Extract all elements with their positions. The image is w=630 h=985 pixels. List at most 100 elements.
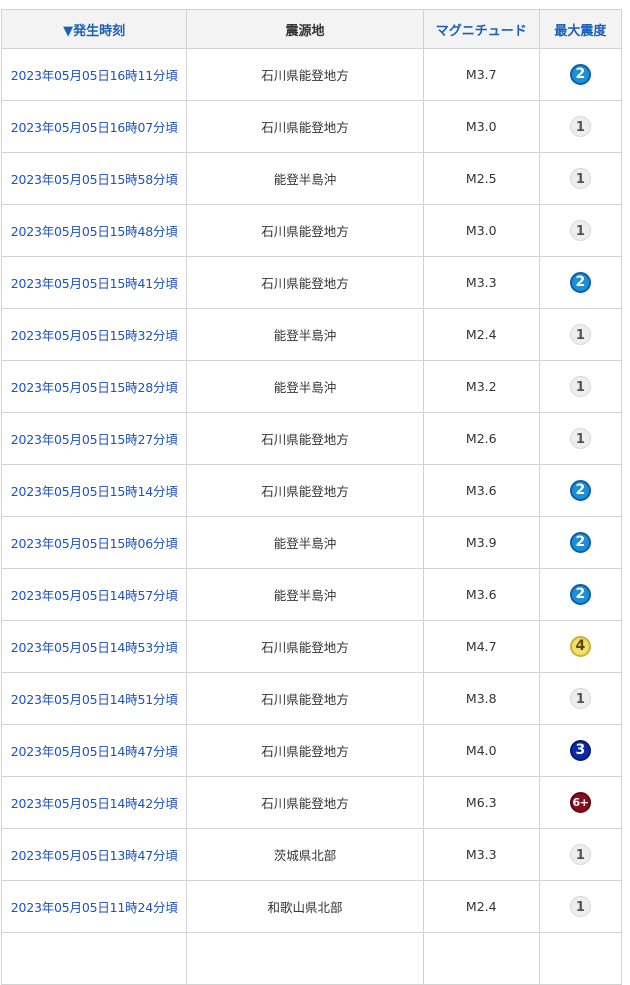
time-link[interactable]: 2023年05月05日15時28分頃 bbox=[11, 380, 178, 395]
magnitude-cell: M3.9 bbox=[422, 516, 540, 569]
epicenter-cell: 石川県能登地方 bbox=[186, 776, 424, 829]
time-cell: 2023年05月05日14時47分頃 bbox=[0, 724, 188, 777]
magnitude-cell bbox=[422, 932, 540, 985]
intensity-badge-icon: 1 bbox=[569, 220, 591, 241]
intensity-cell: 1 bbox=[538, 672, 623, 725]
time-link[interactable]: 2023年05月05日15時32分頃 bbox=[11, 328, 178, 343]
epicenter-cell: 茨城県北部 bbox=[186, 828, 424, 881]
table-row: 2023年05月05日13時47分頃 茨城県北部 M3.3 1 bbox=[0, 828, 623, 881]
table-row: 2023年05月05日15時27分頃 石川県能登地方 M2.6 1 bbox=[0, 412, 623, 465]
magnitude-cell: M3.0 bbox=[422, 204, 540, 257]
epicenter-cell: 能登半島沖 bbox=[186, 360, 424, 413]
epicenter-cell: 能登半島沖 bbox=[186, 152, 424, 205]
header-time-sort[interactable]: ▼発生時刻 bbox=[0, 9, 188, 49]
intensity-badge-icon: 1 bbox=[569, 688, 591, 709]
time-cell: 2023年05月05日15時58分頃 bbox=[0, 152, 188, 205]
intensity-cell: 4 bbox=[538, 620, 623, 673]
intensity-badge-icon: 2 bbox=[569, 272, 591, 293]
table-row: 2023年05月05日16時07分頃 石川県能登地方 M3.0 1 bbox=[0, 100, 623, 153]
table-row: 2023年05月05日14時53分頃 石川県能登地方 M4.7 4 bbox=[0, 620, 623, 673]
time-link[interactable]: 2023年05月05日15時58分頃 bbox=[11, 172, 178, 187]
intensity-badge-icon: 1 bbox=[569, 324, 591, 345]
magnitude-cell: M3.8 bbox=[422, 672, 540, 725]
time-cell: 2023年05月05日15時06分頃 bbox=[0, 516, 188, 569]
intensity-badge-icon: 1 bbox=[569, 844, 591, 865]
epicenter-cell bbox=[186, 932, 424, 985]
epicenter-cell: 石川県能登地方 bbox=[186, 412, 424, 465]
header-magnitude-sort[interactable]: マグニチュード bbox=[422, 9, 540, 49]
intensity-badge-icon: 1 bbox=[569, 376, 591, 397]
time-link[interactable]: 2023年05月05日16時11分頃 bbox=[11, 68, 178, 83]
time-cell: 2023年05月05日15時14分頃 bbox=[0, 464, 188, 517]
time-cell: 2023年05月05日15時48分頃 bbox=[0, 204, 188, 257]
intensity-badge-icon: 2 bbox=[569, 64, 591, 85]
intensity-badge-icon: 3 bbox=[569, 740, 591, 761]
epicenter-cell: 石川県能登地方 bbox=[186, 464, 424, 517]
epicenter-cell: 能登半島沖 bbox=[186, 516, 424, 569]
table-row: 2023年05月05日15時06分頃 能登半島沖 M3.9 2 bbox=[0, 516, 623, 569]
time-cell: 2023年05月05日16時11分頃 bbox=[0, 48, 188, 101]
intensity-cell: 2 bbox=[538, 464, 623, 517]
magnitude-cell: M3.3 bbox=[422, 828, 540, 881]
time-link[interactable]: 2023年05月05日14時47分頃 bbox=[11, 744, 178, 759]
magnitude-cell: M2.5 bbox=[422, 152, 540, 205]
intensity-cell: 3 bbox=[538, 724, 623, 777]
epicenter-cell: 石川県能登地方 bbox=[186, 724, 424, 777]
epicenter-cell: 和歌山県北部 bbox=[186, 880, 424, 933]
time-link[interactable]: 2023年05月05日14時51分頃 bbox=[11, 692, 178, 707]
time-link[interactable]: 2023年05月05日15時41分頃 bbox=[11, 276, 178, 291]
table-row: 2023年05月05日14時47分頃 石川県能登地方 M4.0 3 bbox=[0, 724, 623, 777]
intensity-cell: 2 bbox=[538, 256, 623, 309]
time-cell: 2023年05月05日14時42分頃 bbox=[0, 776, 188, 829]
epicenter-cell: 石川県能登地方 bbox=[186, 620, 424, 673]
magnitude-cell: M3.6 bbox=[422, 568, 540, 621]
magnitude-cell: M3.7 bbox=[422, 48, 540, 101]
table-row: 2023年05月05日15時14分頃 石川県能登地方 M3.6 2 bbox=[0, 464, 623, 517]
time-link[interactable]: 2023年05月05日13時47分頃 bbox=[11, 848, 178, 863]
intensity-badge-icon: 1 bbox=[569, 116, 591, 137]
table-body: 2023年05月05日16時11分頃 石川県能登地方 M3.7 2 2023年0… bbox=[0, 48, 623, 985]
time-cell: 2023年05月05日14時57分頃 bbox=[0, 568, 188, 621]
header-intensity-sort[interactable]: 最大震度 bbox=[538, 9, 623, 49]
intensity-cell: 1 bbox=[538, 412, 623, 465]
table-row: 2023年05月05日15時28分頃 能登半島沖 M3.2 1 bbox=[0, 360, 623, 413]
epicenter-cell: 能登半島沖 bbox=[186, 308, 424, 361]
time-link[interactable]: 2023年05月05日14時57分頃 bbox=[11, 588, 178, 603]
time-link[interactable]: 2023年05月05日15時14分頃 bbox=[11, 484, 178, 499]
intensity-badge-icon: 6+ bbox=[569, 792, 591, 813]
time-link[interactable]: 2023年05月05日15時06分頃 bbox=[11, 536, 178, 551]
table-row: 2023年05月05日15時58分頃 能登半島沖 M2.5 1 bbox=[0, 152, 623, 205]
intensity-cell: 1 bbox=[538, 880, 623, 933]
intensity-badge-icon: 2 bbox=[569, 584, 591, 605]
table-row: 2023年05月05日14時57分頃 能登半島沖 M3.6 2 bbox=[0, 568, 623, 621]
magnitude-cell: M3.3 bbox=[422, 256, 540, 309]
time-link[interactable]: 2023年05月05日14時42分頃 bbox=[11, 796, 178, 811]
time-cell: 2023年05月05日14時51分頃 bbox=[0, 672, 188, 725]
intensity-cell: 1 bbox=[538, 360, 623, 413]
intensity-cell: 1 bbox=[538, 308, 623, 361]
epicenter-cell: 石川県能登地方 bbox=[186, 100, 424, 153]
time-link[interactable]: 2023年05月05日11時24分頃 bbox=[11, 900, 178, 915]
time-link[interactable]: 2023年05月05日15時48分頃 bbox=[11, 224, 178, 239]
time-cell: 2023年05月05日11時24分頃 bbox=[0, 880, 188, 933]
intensity-badge-icon: 1 bbox=[569, 168, 591, 189]
time-cell: 2023年05月05日15時27分頃 bbox=[0, 412, 188, 465]
header-epicenter: 震源地 bbox=[186, 9, 424, 49]
table-row: 2023年05月05日16時11分頃 石川県能登地方 M3.7 2 bbox=[0, 48, 623, 101]
time-link[interactable]: 2023年05月05日14時53分頃 bbox=[11, 640, 178, 655]
time-cell: 2023年05月05日14時53分頃 bbox=[0, 620, 188, 673]
time-cell: 2023年05月05日15時41分頃 bbox=[0, 256, 188, 309]
time-cell: 2023年05月05日15時28分頃 bbox=[0, 360, 188, 413]
magnitude-cell: M2.4 bbox=[422, 308, 540, 361]
time-link[interactable]: 2023年05月05日16時07分頃 bbox=[11, 120, 178, 135]
intensity-cell bbox=[538, 932, 623, 985]
magnitude-cell: M3.2 bbox=[422, 360, 540, 413]
intensity-badge-icon: 4 bbox=[569, 636, 591, 657]
time-cell bbox=[0, 932, 188, 985]
table-header: ▼発生時刻 震源地 マグニチュード 最大震度 bbox=[0, 9, 623, 49]
table-row: 2023年05月05日14時51分頃 石川県能登地方 M3.8 1 bbox=[0, 672, 623, 725]
time-link[interactable]: 2023年05月05日15時27分頃 bbox=[11, 432, 178, 447]
epicenter-cell: 能登半島沖 bbox=[186, 568, 424, 621]
epicenter-cell: 石川県能登地方 bbox=[186, 204, 424, 257]
magnitude-cell: M4.7 bbox=[422, 620, 540, 673]
